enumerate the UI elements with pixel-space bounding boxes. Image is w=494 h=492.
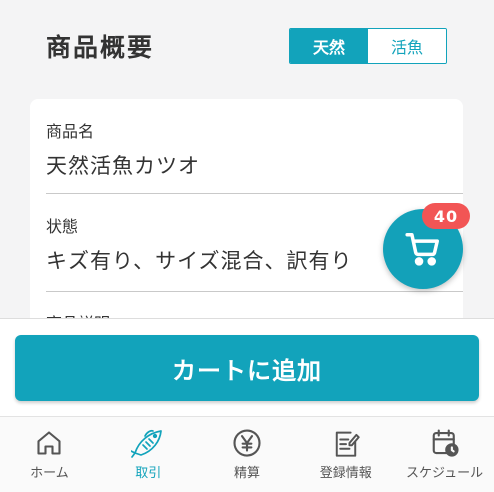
calendar-clock-icon <box>432 429 459 457</box>
tab-settlement-label: 精算 <box>233 466 260 481</box>
product-name-field: 商品名 天然活魚カツオ <box>46 118 463 180</box>
tab-home[interactable]: ホーム <box>0 417 99 492</box>
cart-icon <box>405 233 439 266</box>
tab-trade[interactable]: 取引 <box>99 417 198 492</box>
tab-schedule-label: スケジュール <box>406 466 484 481</box>
edit-document-icon <box>335 431 360 457</box>
cart-count-badge: 40 <box>422 203 470 229</box>
header: 商品概要 天然 活魚 <box>0 0 494 96</box>
tab-home-label: ホーム <box>30 466 69 481</box>
toggle-live-fish[interactable]: 活魚 <box>368 29 446 63</box>
add-to-cart-button[interactable]: カートに追加 <box>15 335 479 401</box>
page-title: 商品概要 <box>46 33 155 62</box>
fish-icon <box>131 429 163 458</box>
product-name-value: 天然活魚カツオ <box>46 154 200 178</box>
home-icon <box>37 431 61 455</box>
toggle-natural[interactable]: 天然 <box>290 29 368 63</box>
tab-registration-label: 登録情報 <box>319 466 372 481</box>
divider <box>46 193 463 194</box>
bottom-tab-bar: ホーム 取引 精算 登録情報 スケジュール <box>0 416 494 492</box>
type-toggle[interactable]: 天然 活魚 <box>289 28 447 64</box>
product-name-label: 商品名 <box>46 122 95 141</box>
tab-trade-label: 取引 <box>135 466 162 481</box>
tab-schedule[interactable]: スケジュール <box>395 417 494 492</box>
tab-registration[interactable]: 登録情報 <box>296 417 395 492</box>
yen-icon <box>233 429 261 457</box>
divider <box>46 291 463 292</box>
tab-settlement[interactable]: 精算 <box>198 417 297 492</box>
